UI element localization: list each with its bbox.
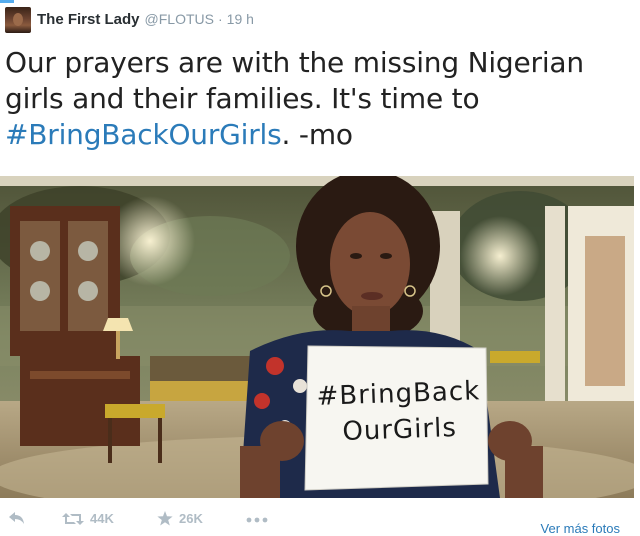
retweet-button[interactable]: 44K [62,511,114,526]
sign-line-2: OurGirls [341,413,458,447]
tweet-timestamp[interactable]: 19 h [227,11,254,27]
sign-line-1: #BringBack [316,376,481,412]
tweet-actions: 44K 26K Ver más fotos [0,506,640,536]
sign-text: #BringBack OurGirls [314,373,484,451]
tweet-header: The First Lady @FLOTUS · 19 h [37,11,254,31]
favorite-button[interactable]: 26K [157,511,203,526]
author-name[interactable]: The First Lady [37,11,140,28]
top-accent-strip [0,0,14,3]
retweet-count: 44K [90,511,114,526]
star-icon [157,511,173,526]
more-button[interactable] [246,517,268,523]
more-icon [246,517,268,523]
tweet-text-part1: Our prayers are with the missing Nigeria… [5,46,584,115]
author-handle[interactable]: @FLOTUS [145,11,214,27]
tweet-text-part2: . -mo [281,118,354,151]
tweet-card: The First Lady @FLOTUS · 19 h Our prayer… [0,0,640,536]
retweet-icon [62,512,84,525]
tweet-photo[interactable]: #BringBack OurGirls [0,176,634,498]
header-separator: · [217,11,223,27]
hashtag-link[interactable]: #BringBackOurGirls [5,118,282,151]
more-photos-link[interactable]: Ver más fotos [541,521,620,536]
tweet-text: Our prayers are with the missing Nigeria… [5,45,625,153]
favorite-count: 26K [179,511,203,526]
avatar[interactable] [5,7,31,33]
reply-icon [9,512,24,524]
reply-button[interactable] [8,511,26,525]
